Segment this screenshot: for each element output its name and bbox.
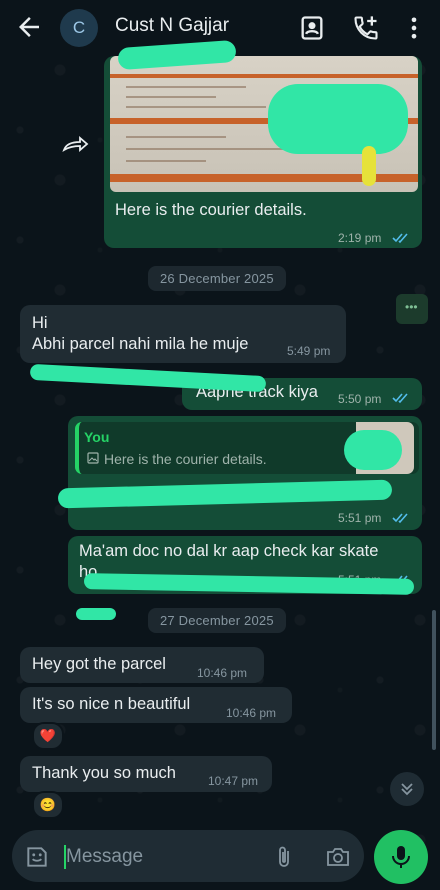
date-divider: 26 December 2025: [148, 266, 286, 291]
date-divider: 27 December 2025: [148, 608, 286, 633]
message-time: 5:49 pm: [287, 344, 331, 358]
heart-icon: ❤️: [39, 728, 57, 743]
highlight-mark: [362, 146, 376, 186]
smile-icon: 😊: [39, 797, 57, 812]
quote-author: You: [84, 429, 110, 445]
heart-reaction[interactable]: ❤️: [32, 722, 64, 750]
message-line: Hi: [32, 314, 48, 332]
message-text: It's so nice n beautiful: [32, 695, 191, 713]
message-line: Abhi parcel nahi mila he muje: [32, 335, 249, 353]
microphone-icon: [392, 846, 410, 868]
redaction-mark: [344, 430, 402, 470]
redaction-mark: [76, 608, 116, 620]
smile-reaction[interactable]: 😊: [32, 791, 64, 819]
message-time: 10:47 pm: [208, 774, 259, 788]
avatar[interactable]: C: [60, 9, 98, 47]
sticker-icon[interactable]: [24, 844, 50, 870]
message-text: Thank you so much: [32, 764, 176, 782]
double-chevron-down-icon: [401, 783, 413, 796]
contact-name[interactable]: Cust N Gajjar: [115, 15, 229, 37]
reaction-shortcut-button[interactable]: •••: [396, 294, 428, 324]
more-options-icon[interactable]: [400, 14, 428, 42]
image-caption: Here is the courier details.: [115, 201, 307, 219]
add-call-icon[interactable]: [352, 14, 380, 42]
attach-icon[interactable]: [272, 844, 296, 870]
image-icon: [87, 452, 99, 464]
read-ticks-icon: [392, 513, 408, 524]
message-time: 5:50 pm: [338, 392, 382, 406]
camera-icon[interactable]: [325, 845, 351, 869]
message-text: Hey got the parcel: [32, 655, 166, 673]
message-time: 10:46 pm: [226, 706, 277, 720]
message-time: 5:51 pm: [338, 511, 382, 525]
message-time: 10:46 pm: [197, 666, 248, 680]
avatar-initial: C: [72, 18, 86, 37]
voice-message-button[interactable]: [374, 830, 428, 884]
forward-icon[interactable]: [60, 134, 90, 156]
message-input[interactable]: Message: [66, 846, 143, 868]
redaction-mark: [268, 84, 408, 154]
read-ticks-icon: [392, 393, 408, 404]
scroll-to-bottom-button[interactable]: [390, 772, 424, 806]
back-arrow-icon[interactable]: [14, 12, 44, 42]
message-time: 2:19 pm: [338, 231, 382, 245]
contact-card-icon[interactable]: [298, 14, 326, 42]
read-ticks-icon: [392, 233, 408, 244]
scrollbar[interactable]: [432, 610, 436, 750]
more-icon: •••: [405, 300, 418, 314]
quote-text: Here is the courier details.: [104, 451, 267, 467]
